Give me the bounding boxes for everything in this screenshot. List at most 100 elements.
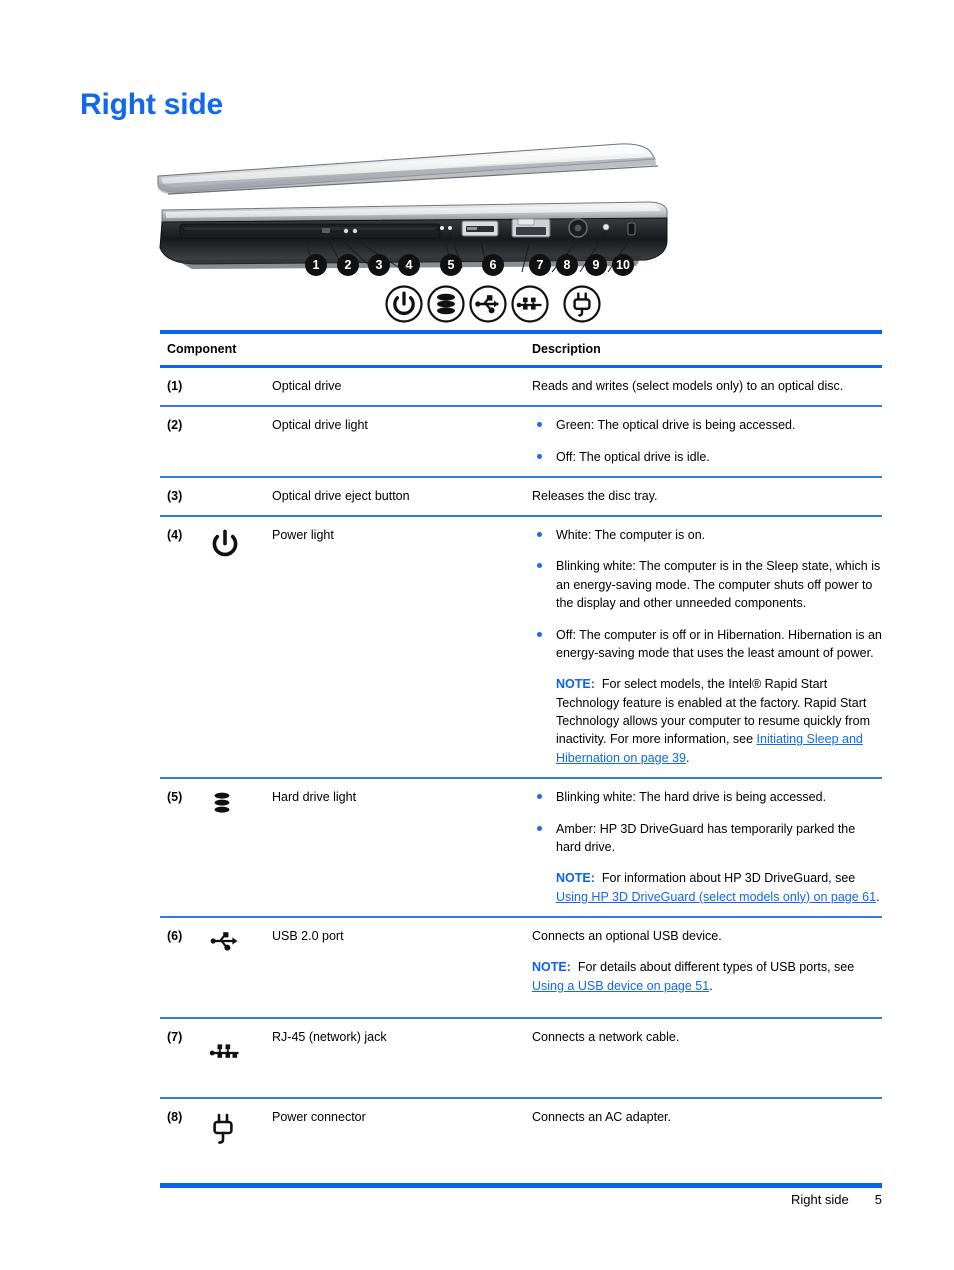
bullet-item: Blinking white: The computer is in the S… [532, 557, 882, 612]
table-bottom-rule [160, 1183, 882, 1189]
callout-badge-10: 10 [612, 254, 634, 276]
table-row: (7) RJ-45 (network) jack Connects a netw… [160, 1019, 882, 1097]
power-icon [384, 284, 424, 324]
row-description: Connects an optional USB device. NOTE: Fo… [532, 927, 882, 1007]
bullet-item: Green: The optical drive is being access… [532, 416, 882, 434]
row-icon-slot [208, 788, 272, 822]
table-row: (1) Optical drive Reads and writes (sele… [160, 368, 882, 405]
row-description: Connects a network cable. [532, 1028, 882, 1046]
table-row: (3) Optical drive eject button Releases … [160, 478, 882, 515]
cross-reference-link[interactable]: Using HP 3D DriveGuard (select models on… [556, 890, 876, 904]
note-text-after: . [685, 750, 690, 765]
row-icon-slot [208, 526, 272, 566]
legend-icon-row [150, 284, 670, 330]
footer-page-number: 5 [874, 1192, 882, 1207]
power-icon [208, 527, 242, 566]
row-number: (3) [167, 488, 183, 503]
column-header-component: Component [167, 342, 237, 356]
note-text: For details about different types of USB… [577, 960, 855, 975]
row-number: (5) [167, 790, 183, 805]
bullet-item: Off: The optical drive is idle. [532, 448, 882, 466]
callout-badge-1: 1 [305, 254, 327, 276]
callout-badge-3: 3 [368, 254, 390, 276]
description-bullet-list: Blinking white: The hard drive is being … [532, 788, 882, 906]
row-number: (1) [167, 379, 183, 393]
description-text: Connects an optional USB device. [532, 929, 722, 943]
callout-badge-2: 2 [337, 254, 359, 276]
callout-badge-6: 6 [482, 254, 504, 276]
hard-drive-icon [426, 284, 466, 324]
cross-reference-link[interactable]: Using a USB device on page 51 [532, 979, 709, 993]
page-title: Right side [80, 88, 224, 121]
description-text: Connects a network cable. [532, 1030, 680, 1045]
bullet-item: White: The computer is on. [532, 526, 882, 544]
power-connector-icon [208, 1112, 238, 1153]
note-block: NOTE: For details about different types o… [532, 958, 882, 995]
bullet-text: Amber: HP 3D DriveGuard has temporarily … [556, 821, 856, 854]
rj45-network-icon [510, 284, 550, 324]
row-description: Blinking white: The hard drive is being … [532, 788, 882, 906]
row-icon-slot [208, 1028, 272, 1069]
note-text-after: . [709, 978, 713, 993]
row-icon-slot [208, 487, 272, 488]
bullet-text: Off: The computer is off or in Hibernati… [556, 627, 882, 660]
rj45-network-icon [208, 1038, 242, 1069]
row-description: Reads and writes (select models only) to… [532, 377, 882, 395]
row-icon-slot [208, 1108, 272, 1153]
table-row: (6) USB 2.0 port Connects an optional US… [160, 918, 882, 1017]
row-component-label: Optical drive eject button [272, 488, 410, 503]
description-text: Connects an AC adapter. [532, 1110, 671, 1125]
table-header-row: Component Description [160, 334, 882, 365]
bullet-item: Off: The computer is off or in Hibernati… [532, 626, 882, 768]
note-block: NOTE: For select models, the Intel® Rapid… [556, 675, 882, 767]
power-connector-icon [562, 284, 602, 324]
footer-section-label: Right side [790, 1192, 849, 1207]
document-page: Right side 1 2 3 4 5 6 7 8 9 10 Componen… [0, 0, 954, 1270]
callout-badge-4: 4 [398, 254, 420, 276]
row-icon-slot [208, 927, 272, 959]
bullet-item: Blinking white: The hard drive is being … [532, 788, 882, 806]
table-row: (2) Optical drive light Green: The optic… [160, 407, 882, 476]
note-text: For information about HP 3D DriveGuard, … [601, 871, 856, 886]
table-row: (4) Power light White: The computer is o… [160, 517, 882, 777]
description-bullet-list: White: The computer is on. Blinking whit… [532, 526, 882, 767]
row-number: (4) [167, 528, 183, 542]
note-block: NOTE: For information about HP 3D DriveGu… [556, 869, 882, 906]
row-number: (7) [167, 1030, 183, 1045]
description-text: Releases the disc tray. [532, 488, 658, 503]
component-table: Component Description (1) Optical drive … [160, 330, 882, 1189]
page-footer: Right side 5 [791, 1192, 882, 1207]
row-number: (8) [167, 1110, 183, 1125]
description-bullet-list: Green: The optical drive is being access… [532, 416, 882, 466]
row-component-label: Optical drive [272, 379, 342, 393]
callout-badge-9: 9 [585, 254, 607, 276]
row-component-label: Power light [272, 528, 334, 542]
table-row: (8) Power connector Connects an AC adapt… [160, 1099, 882, 1183]
column-header-description: Description [532, 342, 601, 356]
row-component-label: RJ-45 (network) jack [272, 1030, 387, 1045]
bullet-item: Amber: HP 3D DriveGuard has temporarily … [532, 820, 882, 907]
row-component-label: USB 2.0 port [272, 929, 344, 943]
note-text-after: . [876, 889, 880, 904]
row-number: (2) [167, 418, 183, 433]
callout-badge-5: 5 [440, 254, 462, 276]
callout-badge-8: 8 [556, 254, 578, 276]
table-row: (5) Hard drive light Blinking white: The… [160, 779, 882, 916]
row-icon-slot [208, 377, 272, 378]
row-description: White: The computer is on. Blinking whit… [532, 526, 882, 767]
callout-badge-row: 1 2 3 4 5 6 7 8 9 10 [150, 254, 670, 280]
row-icon-slot [208, 416, 272, 417]
note-label: NOTE: [532, 960, 571, 975]
note-label: NOTE: [556, 871, 595, 886]
row-description: Connects an AC adapter. [532, 1108, 882, 1126]
usb-icon [468, 284, 508, 324]
row-component-label: Power connector [272, 1110, 366, 1125]
row-description: Releases the disc tray. [532, 487, 882, 505]
description-text: Reads and writes (select models only) to… [532, 379, 844, 393]
row-number: (6) [167, 929, 183, 943]
usb-icon [208, 928, 242, 959]
laptop-illustration: 1 2 3 4 5 6 7 8 9 10 [150, 132, 670, 332]
row-component-label: Hard drive light [272, 790, 357, 805]
hard-drive-icon [208, 789, 236, 822]
row-description: Green: The optical drive is being access… [532, 416, 882, 466]
